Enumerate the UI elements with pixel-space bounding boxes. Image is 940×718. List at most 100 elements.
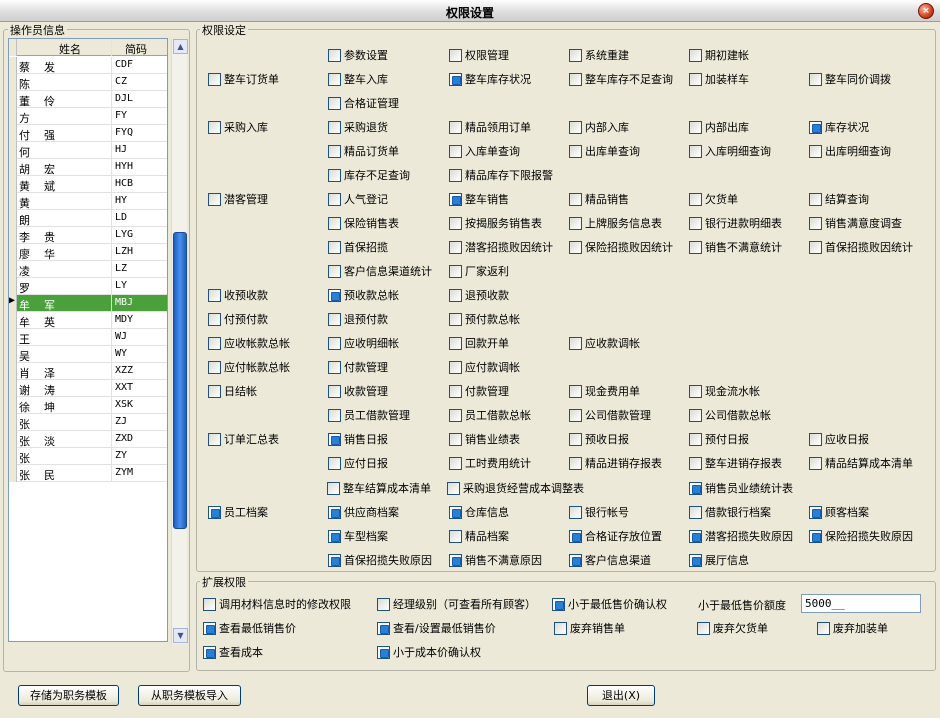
table-row[interactable]: 谢 涛 XXT	[9, 380, 167, 397]
checkbox-unchecked-icon[interactable]	[328, 96, 341, 110]
checkbox-unchecked-icon[interactable]	[208, 72, 221, 86]
perm-checkbox[interactable]: 现金流水帐	[689, 383, 760, 399]
checkbox-unchecked-icon[interactable]	[208, 192, 221, 206]
checkbox-checked-icon[interactable]	[449, 505, 462, 519]
checkbox-unchecked-icon[interactable]	[328, 360, 341, 374]
perm-checkbox[interactable]: 员工借款总帐	[449, 407, 531, 423]
checkbox-unchecked-icon[interactable]	[377, 597, 390, 611]
perm-checkbox[interactable]: 入库明细查询	[689, 143, 771, 159]
perm-checkbox[interactable]: 库存状况	[809, 119, 869, 135]
perm-checkbox[interactable]: 收预收款	[208, 287, 268, 303]
checkbox-checked-icon[interactable]	[569, 553, 582, 567]
checkbox-unchecked-icon[interactable]	[447, 481, 460, 495]
checkbox-checked-icon[interactable]	[377, 645, 390, 659]
checkbox-unchecked-icon[interactable]	[809, 72, 822, 86]
perm-checkbox[interactable]: 库存不足查询	[328, 167, 410, 183]
perm-checkbox[interactable]: 付预付款	[208, 311, 268, 327]
perm-checkbox[interactable]: 合格证存放位置	[569, 528, 662, 544]
ext-perm-checkbox[interactable]: 查看最低销售价	[203, 620, 296, 636]
perm-checkbox[interactable]: 客户信息渠道	[569, 552, 651, 568]
checkbox-unchecked-icon[interactable]	[569, 192, 582, 206]
checkbox-checked-icon[interactable]	[809, 529, 822, 543]
checkbox-unchecked-icon[interactable]	[569, 240, 582, 254]
checkbox-unchecked-icon[interactable]	[208, 384, 221, 398]
perm-checkbox[interactable]: 入库单查询	[449, 143, 520, 159]
checkbox-unchecked-icon[interactable]	[328, 144, 341, 158]
checkbox-unchecked-icon[interactable]	[449, 144, 462, 158]
checkbox-unchecked-icon[interactable]	[208, 288, 221, 302]
operator-table[interactable]: 姓名 简码 蔡 发 CDF 陈 CZ 董 伶 DJL 方 FY 付 强 FYQ 何 HJ 胡 宏 HYH 黄 斌 HCB…	[8, 38, 168, 642]
table-row[interactable]: 陈 CZ	[9, 74, 167, 91]
table-row[interactable]: 朗 LD	[9, 210, 167, 227]
perm-checkbox[interactable]: 预付日报	[689, 431, 749, 447]
perm-checkbox[interactable]: 加装样车	[689, 71, 749, 87]
checkbox-unchecked-icon[interactable]	[689, 505, 702, 519]
checkbox-unchecked-icon[interactable]	[569, 216, 582, 230]
import-template-button[interactable]: 从职务模板导入	[138, 685, 241, 706]
checkbox-checked-icon[interactable]	[569, 529, 582, 543]
checkbox-unchecked-icon[interactable]	[208, 432, 221, 446]
checkbox-unchecked-icon[interactable]	[809, 216, 822, 230]
table-row[interactable]: 张 民 ZYM	[9, 465, 167, 482]
perm-checkbox[interactable]: 应付款调帐	[449, 359, 520, 375]
checkbox-unchecked-icon[interactable]	[449, 384, 462, 398]
ext-perm-checkbox[interactable]: 查看/设置最低销售价	[377, 620, 496, 636]
checkbox-unchecked-icon[interactable]	[208, 312, 221, 326]
perm-checkbox[interactable]: 银行帐号	[569, 504, 629, 520]
checkbox-unchecked-icon[interactable]	[328, 408, 341, 422]
perm-checkbox[interactable]: 整车库存不足查询	[569, 71, 673, 87]
perm-checkbox[interactable]: 整车库存状况	[449, 71, 531, 87]
table-row[interactable]: 王 WJ	[9, 329, 167, 346]
checkbox-unchecked-icon[interactable]	[809, 456, 822, 470]
perm-checkbox[interactable]: 借款银行档案	[689, 504, 771, 520]
checkbox-unchecked-icon[interactable]	[449, 312, 462, 326]
perm-checkbox[interactable]: 厂家返利	[449, 263, 509, 279]
checkbox-checked-icon[interactable]	[689, 529, 702, 543]
checkbox-unchecked-icon[interactable]	[569, 432, 582, 446]
checkbox-unchecked-icon[interactable]	[449, 240, 462, 254]
perm-checkbox[interactable]: 系统重建	[569, 47, 629, 63]
perm-checkbox[interactable]: 按揭服务销售表	[449, 215, 542, 231]
checkbox-unchecked-icon[interactable]	[689, 192, 702, 206]
perm-checkbox[interactable]: 整车入库	[328, 71, 388, 87]
ext-perm-checkbox[interactable]: 小于成本价确认权	[377, 644, 481, 660]
checkbox-unchecked-icon[interactable]	[697, 621, 710, 635]
close-icon[interactable]: ×	[918, 3, 934, 19]
checkbox-unchecked-icon[interactable]	[208, 336, 221, 350]
checkbox-unchecked-icon[interactable]	[689, 240, 702, 254]
perm-checkbox[interactable]: 应付帐款总帐	[208, 359, 290, 375]
table-row[interactable]: 张 ZY	[9, 448, 167, 465]
checkbox-checked-icon[interactable]	[203, 621, 216, 635]
checkbox-unchecked-icon[interactable]	[569, 408, 582, 422]
table-row[interactable]: 廖 华 LZH	[9, 244, 167, 261]
checkbox-unchecked-icon[interactable]	[569, 120, 582, 134]
table-row[interactable]: 黄 HY	[9, 193, 167, 210]
perm-checkbox[interactable]: 权限管理	[449, 47, 509, 63]
perm-checkbox[interactable]: 整车同价调拨	[809, 71, 891, 87]
perm-checkbox[interactable]: 公司借款总帐	[689, 407, 771, 423]
checkbox-unchecked-icon[interactable]	[689, 120, 702, 134]
scroll-up-icon[interactable]: ▲	[173, 39, 188, 54]
perm-checkbox[interactable]: 付款管理	[449, 383, 509, 399]
table-row[interactable]: 胡 宏 HYH	[9, 159, 167, 176]
checkbox-unchecked-icon[interactable]	[328, 72, 341, 86]
perm-checkbox[interactable]: 预收日报	[569, 431, 629, 447]
table-row[interactable]: 何 HJ	[9, 142, 167, 159]
perm-checkbox[interactable]: 人气登记	[328, 191, 388, 207]
perm-checkbox[interactable]: 销售不满意原因	[449, 552, 542, 568]
perm-checkbox[interactable]: 员工借款管理	[328, 407, 410, 423]
perm-checkbox[interactable]: 保险招揽败因统计	[569, 239, 673, 255]
perm-checkbox[interactable]: 订单汇总表	[208, 431, 279, 447]
perm-checkbox[interactable]: 精品库存下限报警	[449, 167, 553, 183]
checkbox-unchecked-icon[interactable]	[328, 192, 341, 206]
checkbox-checked-icon[interactable]	[809, 120, 822, 134]
perm-checkbox[interactable]: 日结帐	[208, 383, 257, 399]
perm-checkbox[interactable]: 预收款总帐	[328, 287, 399, 303]
perm-checkbox[interactable]: 首保招揽败因统计	[809, 239, 913, 255]
perm-checkbox[interactable]: 保险招揽失败原因	[809, 528, 913, 544]
scroll-down-icon[interactable]: ▼	[173, 628, 188, 643]
perm-checkbox[interactable]: 仓库信息	[449, 504, 509, 520]
scroll-thumb[interactable]	[173, 232, 187, 529]
exit-button[interactable]: 退出(X)	[587, 685, 655, 706]
ext-perm-checkbox[interactable]: 小于最低售价确认权	[552, 596, 667, 612]
